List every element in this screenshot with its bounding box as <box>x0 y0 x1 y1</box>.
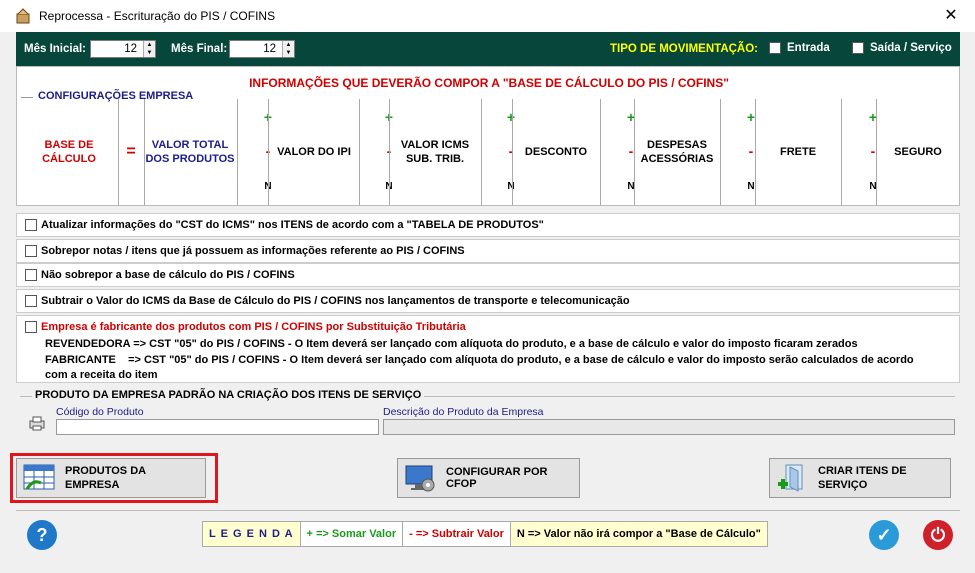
descricao-label: Descrição do Produto da Empresa <box>383 406 544 418</box>
checkbox[interactable] <box>25 219 37 231</box>
desconto-sign-toggle[interactable]: + - N <box>481 99 515 205</box>
monitor-gear-icon <box>404 463 436 493</box>
close-icon[interactable]: ✕ <box>941 6 961 26</box>
seguro-sign-toggle[interactable]: + - N <box>843 99 877 205</box>
legend-n: N => Valor não irá compor a "Base de Cál… <box>516 528 761 540</box>
entrada-option[interactable]: Entrada <box>769 42 830 54</box>
ipi-sign-toggle[interactable]: + - N <box>238 99 272 205</box>
reprocessa-window: Reprocessa - Escrituração do PIS / COFIN… <box>0 0 975 573</box>
legend: L E G E N D A + => Somar Valor - => Subt… <box>202 521 768 547</box>
checkmark-icon: ✓ <box>876 524 892 545</box>
valor-total-label: VALOR TOTAL DOS PRODUTOS <box>145 139 235 165</box>
option-atualizar-cst[interactable]: Atualizar informações do "CST do ICMS" n… <box>16 213 960 237</box>
fabricante-note-cont: com a receita do item <box>45 369 158 381</box>
confirm-button[interactable]: ✓ <box>869 520 899 550</box>
footer-bar: ? L E G E N D A + => Somar Valor - => Su… <box>16 510 960 560</box>
app-icon <box>15 8 31 24</box>
col-valor-ipi: VALOR DO IPI <box>277 146 351 158</box>
power-icon: ⏻ <box>930 524 946 545</box>
descricao-produto-input <box>383 419 955 435</box>
icms-st-sign-toggle[interactable]: + - N <box>359 99 393 205</box>
produto-padrao-section: PRODUTO DA EMPRESA PADRÃO NA CRIAÇÃO DOS… <box>16 386 960 444</box>
info-title: INFORMAÇÕES QUE DEVERÃO COMPOR A "BASE D… <box>249 76 729 90</box>
col-desconto: DESCONTO <box>524 146 588 158</box>
checkbox[interactable] <box>25 321 37 333</box>
help-button[interactable]: ? <box>27 520 57 550</box>
exit-button[interactable]: ⏻ <box>923 520 953 550</box>
option-subtrair-icms[interactable]: Subtrair o Valor do ICMS da Base de Cálc… <box>16 289 960 313</box>
criar-itens-label: CRIAR ITENS DE SERVIÇO <box>818 465 907 491</box>
option-fabricante[interactable]: Empresa é fabricante dos produtos com PI… <box>25 321 466 333</box>
fabricante-section: Empresa é fabricante dos produtos com PI… <box>16 315 960 383</box>
configurar-cfop-label: CONFIGURAR POR CFOP <box>446 466 548 490</box>
base-calculo-panel: INFORMAÇÕES QUE DEVERÃO COMPOR A "BASE D… <box>16 66 960 206</box>
entrada-checkbox[interactable] <box>769 42 781 54</box>
option-label: Subtrair o Valor do ICMS da Base de Cálc… <box>41 295 630 307</box>
add-document-icon <box>776 463 808 493</box>
printer-icon[interactable] <box>28 416 46 435</box>
saida-option[interactable]: Saída / Serviço <box>852 42 952 54</box>
mes-final-value[interactable]: 12 <box>230 41 282 57</box>
despesas-sign-toggle[interactable]: + - N <box>601 99 635 205</box>
legend-minus: - => Subtrair Valor <box>403 522 511 546</box>
mes-inicial-label: Mês Inicial: <box>24 43 86 55</box>
revendedora-note: REVENDEDORA => CST "05" do PIS / COFINS … <box>45 338 858 350</box>
option-label: Sobrepor notas / itens que já possuem as… <box>41 245 465 257</box>
mes-inicial-spinner[interactable]: 12 ▲ ▼ <box>90 40 156 58</box>
legend-title: L E G E N D A <box>203 522 301 546</box>
mes-final-spinner[interactable]: 12 ▲ ▼ <box>229 40 295 58</box>
option-label: Atualizar informações do "CST do ICMS" n… <box>41 219 544 231</box>
mes-inicial-value[interactable]: 12 <box>91 41 143 57</box>
option-nao-sobrepor[interactable]: Não sobrepor a base de cálculo do PIS / … <box>16 263 960 287</box>
title-bar: Reprocessa - Escrituração do PIS / COFIN… <box>0 0 975 32</box>
legend-plus: + => Somar Valor <box>300 522 404 546</box>
saida-label: Saída / Serviço <box>870 42 952 54</box>
saida-checkbox[interactable] <box>852 42 864 54</box>
spin-up-icon[interactable]: ▲ <box>283 41 294 49</box>
fabricante-note: FABRICANTE => CST "05" do PIS / COFINS -… <box>45 354 914 366</box>
mes-final-label: Mês Final: <box>171 43 228 55</box>
window-title: Reprocessa - Escrituração do PIS / COFIN… <box>39 9 276 23</box>
option-sobrepor-notas[interactable]: Sobrepor notas / itens que já possuem as… <box>16 239 960 263</box>
base-calculo-label: BASE DE CÁLCULO <box>42 139 96 165</box>
col-valor-icms-st: VALOR ICMS SUB. TRIB. <box>400 139 470 165</box>
fabricante-label: Empresa é fabricante dos produtos com PI… <box>41 321 466 333</box>
codigo-produto-input[interactable] <box>56 419 379 435</box>
col-frete: FRETE <box>779 146 817 158</box>
checkbox[interactable] <box>25 245 37 257</box>
col-despesas: DESPESAS ACESSÓRIAS <box>640 139 714 165</box>
option-label: Não sobrepor a base de cálculo do PIS / … <box>41 269 295 281</box>
spin-down-icon[interactable]: ▼ <box>283 49 294 57</box>
highlight-box <box>10 453 218 503</box>
criar-itens-button[interactable]: CRIAR ITENS DE SERVIÇO <box>769 458 951 498</box>
spin-down-icon[interactable]: ▼ <box>144 49 155 57</box>
checkbox[interactable] <box>25 269 37 281</box>
frete-sign-toggle[interactable]: + - N <box>721 99 755 205</box>
equals-sign: = <box>126 143 136 160</box>
configurar-cfop-button[interactable]: CONFIGURAR POR CFOP <box>397 458 580 498</box>
checkbox[interactable] <box>25 295 37 307</box>
col-seguro: SEGURO <box>894 146 942 158</box>
question-icon: ? <box>36 524 48 545</box>
produto-title: PRODUTO DA EMPRESA PADRÃO NA CRIAÇÃO DOS… <box>32 389 425 401</box>
period-bar: Mês Inicial: 12 ▲ ▼ Mês Final: 12 ▲ ▼ TIPO… <box>16 32 960 66</box>
entrada-label: Entrada <box>787 42 830 54</box>
tipo-movimentacao-label: TIPO DE MOVIMENTAÇÃO: <box>610 43 759 55</box>
codigo-label: Código do Produto <box>56 406 144 418</box>
spin-up-icon[interactable]: ▲ <box>144 41 155 49</box>
